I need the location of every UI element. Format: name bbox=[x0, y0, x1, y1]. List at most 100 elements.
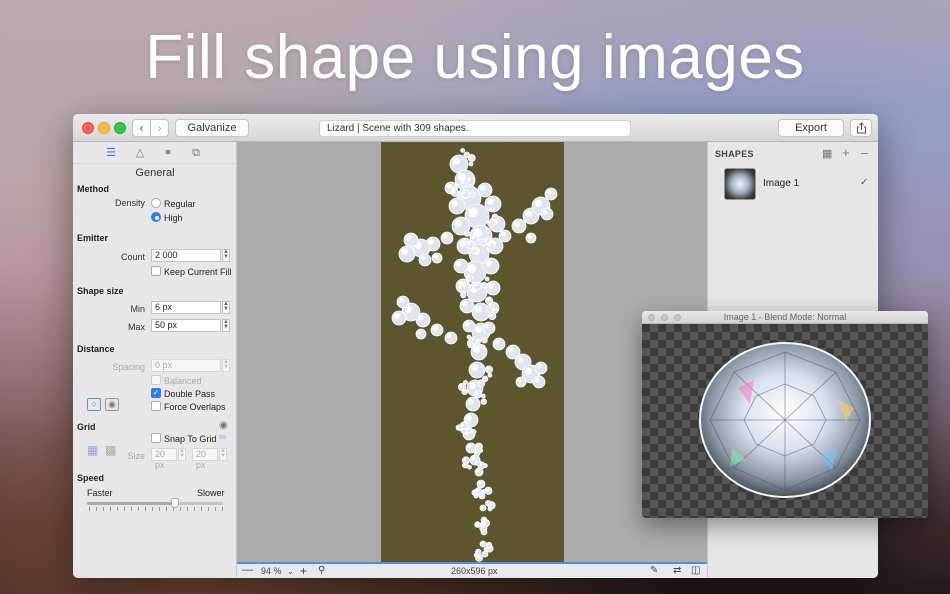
snap-to-grid-label: Snap To Grid bbox=[164, 434, 217, 444]
diamond-highlight bbox=[417, 330, 422, 335]
grid-size-y-stepper[interactable]: ▲ ▼ bbox=[219, 448, 227, 461]
count-stepper[interactable]: ▲ ▼ bbox=[222, 249, 230, 262]
count-field[interactable]: 2 000 bbox=[151, 249, 221, 262]
grid-size-x-stepper[interactable]: ▲ ▼ bbox=[178, 448, 186, 461]
speed-slider-track[interactable] bbox=[87, 502, 223, 505]
diamond-highlight bbox=[474, 494, 477, 497]
diamond-highlight bbox=[467, 444, 472, 449]
diamond-highlight bbox=[482, 338, 485, 341]
diamond-highlight bbox=[485, 277, 488, 280]
diamond-dot bbox=[488, 303, 494, 309]
diamond-highlight bbox=[536, 363, 542, 369]
diamond-highlight bbox=[489, 313, 493, 317]
double-pass-checkbox[interactable]: ✓ bbox=[151, 388, 161, 398]
magnifier-icon[interactable]: ⚲ bbox=[318, 565, 325, 576]
diamond-highlight bbox=[466, 420, 468, 423]
minimize-window-button[interactable] bbox=[98, 122, 110, 134]
diamond-highlight bbox=[517, 378, 522, 383]
max-size-field[interactable]: 50 px bbox=[151, 319, 221, 332]
diamond-highlight bbox=[488, 243, 492, 247]
diamond-dot bbox=[540, 207, 554, 221]
back-button[interactable]: ‹ bbox=[132, 119, 151, 137]
count-label: Count bbox=[120, 252, 145, 262]
keep-current-fill-label: Keep Current Fill bbox=[164, 267, 232, 277]
shape-mode-icon[interactable]: ◉ bbox=[105, 398, 119, 411]
fit-view-icon[interactable]: ◫ bbox=[691, 565, 700, 576]
min-size-field[interactable]: 6 px bbox=[151, 301, 221, 314]
density-regular-radio[interactable] bbox=[151, 198, 161, 208]
diamond-highlight bbox=[470, 192, 473, 195]
diamond-highlight bbox=[420, 255, 426, 261]
diamond-highlight bbox=[525, 210, 532, 217]
zoom-window-button[interactable] bbox=[114, 122, 126, 134]
force-overlaps-checkbox[interactable] bbox=[151, 401, 161, 411]
chevron-down-icon[interactable]: ⌄ bbox=[287, 567, 294, 576]
artboard[interactable] bbox=[381, 142, 564, 562]
diamond-highlight bbox=[534, 377, 540, 383]
share-button[interactable] bbox=[850, 119, 872, 137]
diamond-highlight bbox=[467, 178, 471, 182]
diamond-highlight bbox=[462, 301, 468, 307]
diamond-dot bbox=[544, 187, 558, 201]
list-icon[interactable]: ☰ bbox=[104, 146, 118, 160]
diamond-highlight bbox=[478, 380, 482, 384]
add-shape-icon[interactable]: + bbox=[842, 145, 850, 160]
diamond-thumbnail bbox=[724, 168, 756, 200]
swap-icon[interactable]: ⇄ bbox=[673, 565, 681, 576]
diamond-highlight bbox=[406, 235, 412, 241]
diamond-highlight bbox=[542, 209, 548, 215]
spacing-field[interactable]: 0 px bbox=[151, 359, 221, 372]
diamond-highlight bbox=[463, 463, 466, 466]
diamond-dot bbox=[454, 183, 460, 189]
diamond-dot bbox=[466, 274, 473, 282]
eyedropper-icon[interactable]: ✎ bbox=[650, 565, 658, 576]
diamond-highlight bbox=[468, 465, 470, 468]
diamond-highlight bbox=[486, 543, 490, 546]
triangle-icon[interactable]: △ bbox=[133, 146, 147, 160]
diamond-dot bbox=[478, 237, 484, 243]
grid-size-x-field[interactable]: 20 px bbox=[151, 448, 177, 470]
method-heading: Method bbox=[77, 184, 109, 194]
close-window-button[interactable] bbox=[82, 122, 94, 134]
shape-list-item[interactable]: Image 1 ✓ bbox=[724, 168, 874, 202]
export-button[interactable]: Export bbox=[778, 119, 844, 137]
min-size-stepper[interactable]: ▲ ▼ bbox=[222, 301, 230, 314]
diamond-dot bbox=[466, 426, 473, 434]
diamond-highlight bbox=[471, 364, 478, 371]
balanced-checkbox[interactable] bbox=[151, 375, 161, 385]
grid-view-icon[interactable]: ▦ bbox=[822, 147, 832, 160]
circles-icon[interactable]: ⚭ bbox=[161, 146, 175, 160]
grid-square-icon[interactable]: ▦ bbox=[87, 444, 98, 456]
forward-button[interactable]: › bbox=[150, 119, 169, 137]
diamond-highlight bbox=[479, 238, 482, 241]
diamond-dot bbox=[484, 500, 492, 507]
diamond-highlight bbox=[487, 198, 494, 205]
diamond-dot bbox=[475, 553, 484, 562]
checkmark-icon[interactable]: ✓ bbox=[860, 177, 868, 188]
max-size-stepper[interactable]: ▲ ▼ bbox=[222, 319, 230, 332]
spacing-stepper[interactable]: ▲ ▼ bbox=[222, 359, 230, 372]
diamond-highlight bbox=[452, 157, 460, 165]
diamond-dot bbox=[491, 307, 499, 314]
density-high-radio[interactable] bbox=[151, 212, 161, 222]
zoom-in-icon[interactable]: + bbox=[300, 564, 307, 578]
remove-shape-icon[interactable]: – bbox=[861, 145, 868, 160]
galvanize-button[interactable]: Galvanize bbox=[175, 119, 249, 137]
link-icon[interactable]: ∞ bbox=[219, 432, 226, 444]
diamond-dot bbox=[403, 232, 419, 248]
eye-icon[interactable]: ◉ bbox=[219, 420, 228, 432]
snap-to-grid-checkbox[interactable] bbox=[151, 433, 161, 443]
canvas-area[interactable] bbox=[237, 142, 707, 562]
zoom-level[interactable]: 94 % bbox=[261, 566, 282, 576]
zoom-out-icon[interactable]: — bbox=[242, 564, 253, 576]
max-label: Max bbox=[127, 322, 145, 332]
grid-size-y-field[interactable]: 20 px bbox=[192, 448, 218, 470]
diamond-dot bbox=[481, 550, 489, 558]
grid-offset-icon[interactable]: ▩ bbox=[105, 444, 116, 456]
copy-icon[interactable]: ⧉ bbox=[189, 146, 203, 160]
keep-current-fill-checkbox[interactable] bbox=[151, 266, 161, 276]
diamond-highlight bbox=[461, 181, 465, 185]
circle-mode-icon[interactable]: ○ bbox=[87, 398, 101, 411]
diamond-dot bbox=[487, 372, 493, 378]
diamond-dot bbox=[473, 493, 479, 499]
